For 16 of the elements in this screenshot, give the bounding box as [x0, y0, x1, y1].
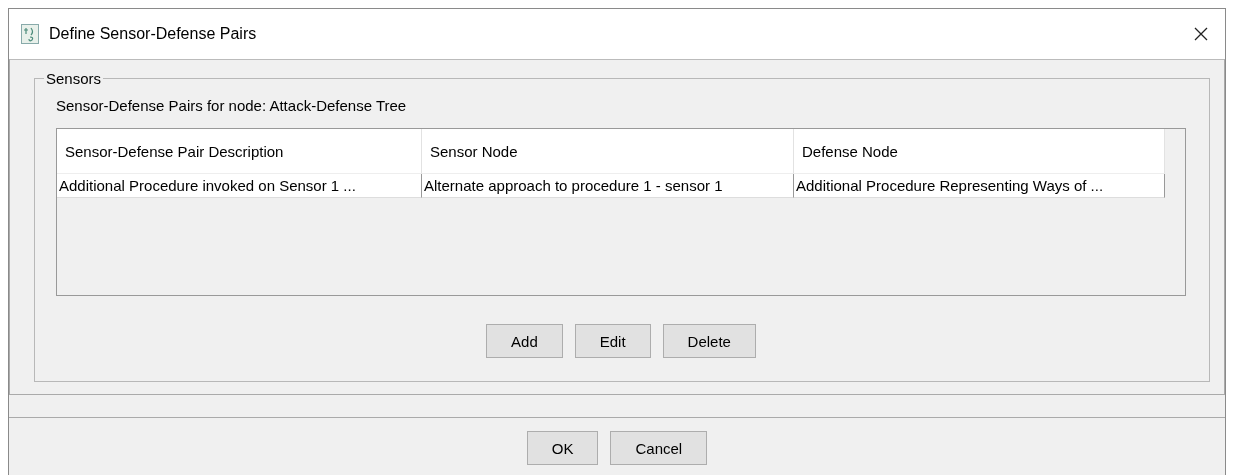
table-action-button[interactable]: Edit: [574, 324, 651, 358]
table-cell[interactable]: Additional Procedure Representing Ways of ...: [794, 174, 1165, 198]
dialog-button[interactable]: Cancel: [610, 431, 708, 465]
table-action-button[interactable]: Delete: [662, 324, 756, 358]
table-cell[interactable]: Additional Procedure invoked on Sensor 1 ...: [57, 174, 422, 198]
column-header[interactable]: Defense Node: [794, 129, 1165, 174]
table-action-button[interactable]: Add: [486, 324, 563, 358]
dialog-button[interactable]: OK: [526, 431, 599, 465]
group-title: Sensors: [45, 70, 103, 87]
app-logo-icon: [21, 24, 39, 44]
window-title: Define Sensor-Defense Pairs: [49, 25, 257, 43]
column-header[interactable]: Sensor Node: [422, 129, 794, 174]
column-header[interactable]: Sensor-Defense Pair Description: [57, 129, 422, 174]
table-cell[interactable]: Alternate approach to procedure 1 - sensor 1: [422, 174, 794, 198]
table-caption: Sensor-Defense Pairs for node: Attack-Defense Tree: [56, 97, 408, 114]
close-icon: [1193, 26, 1209, 42]
